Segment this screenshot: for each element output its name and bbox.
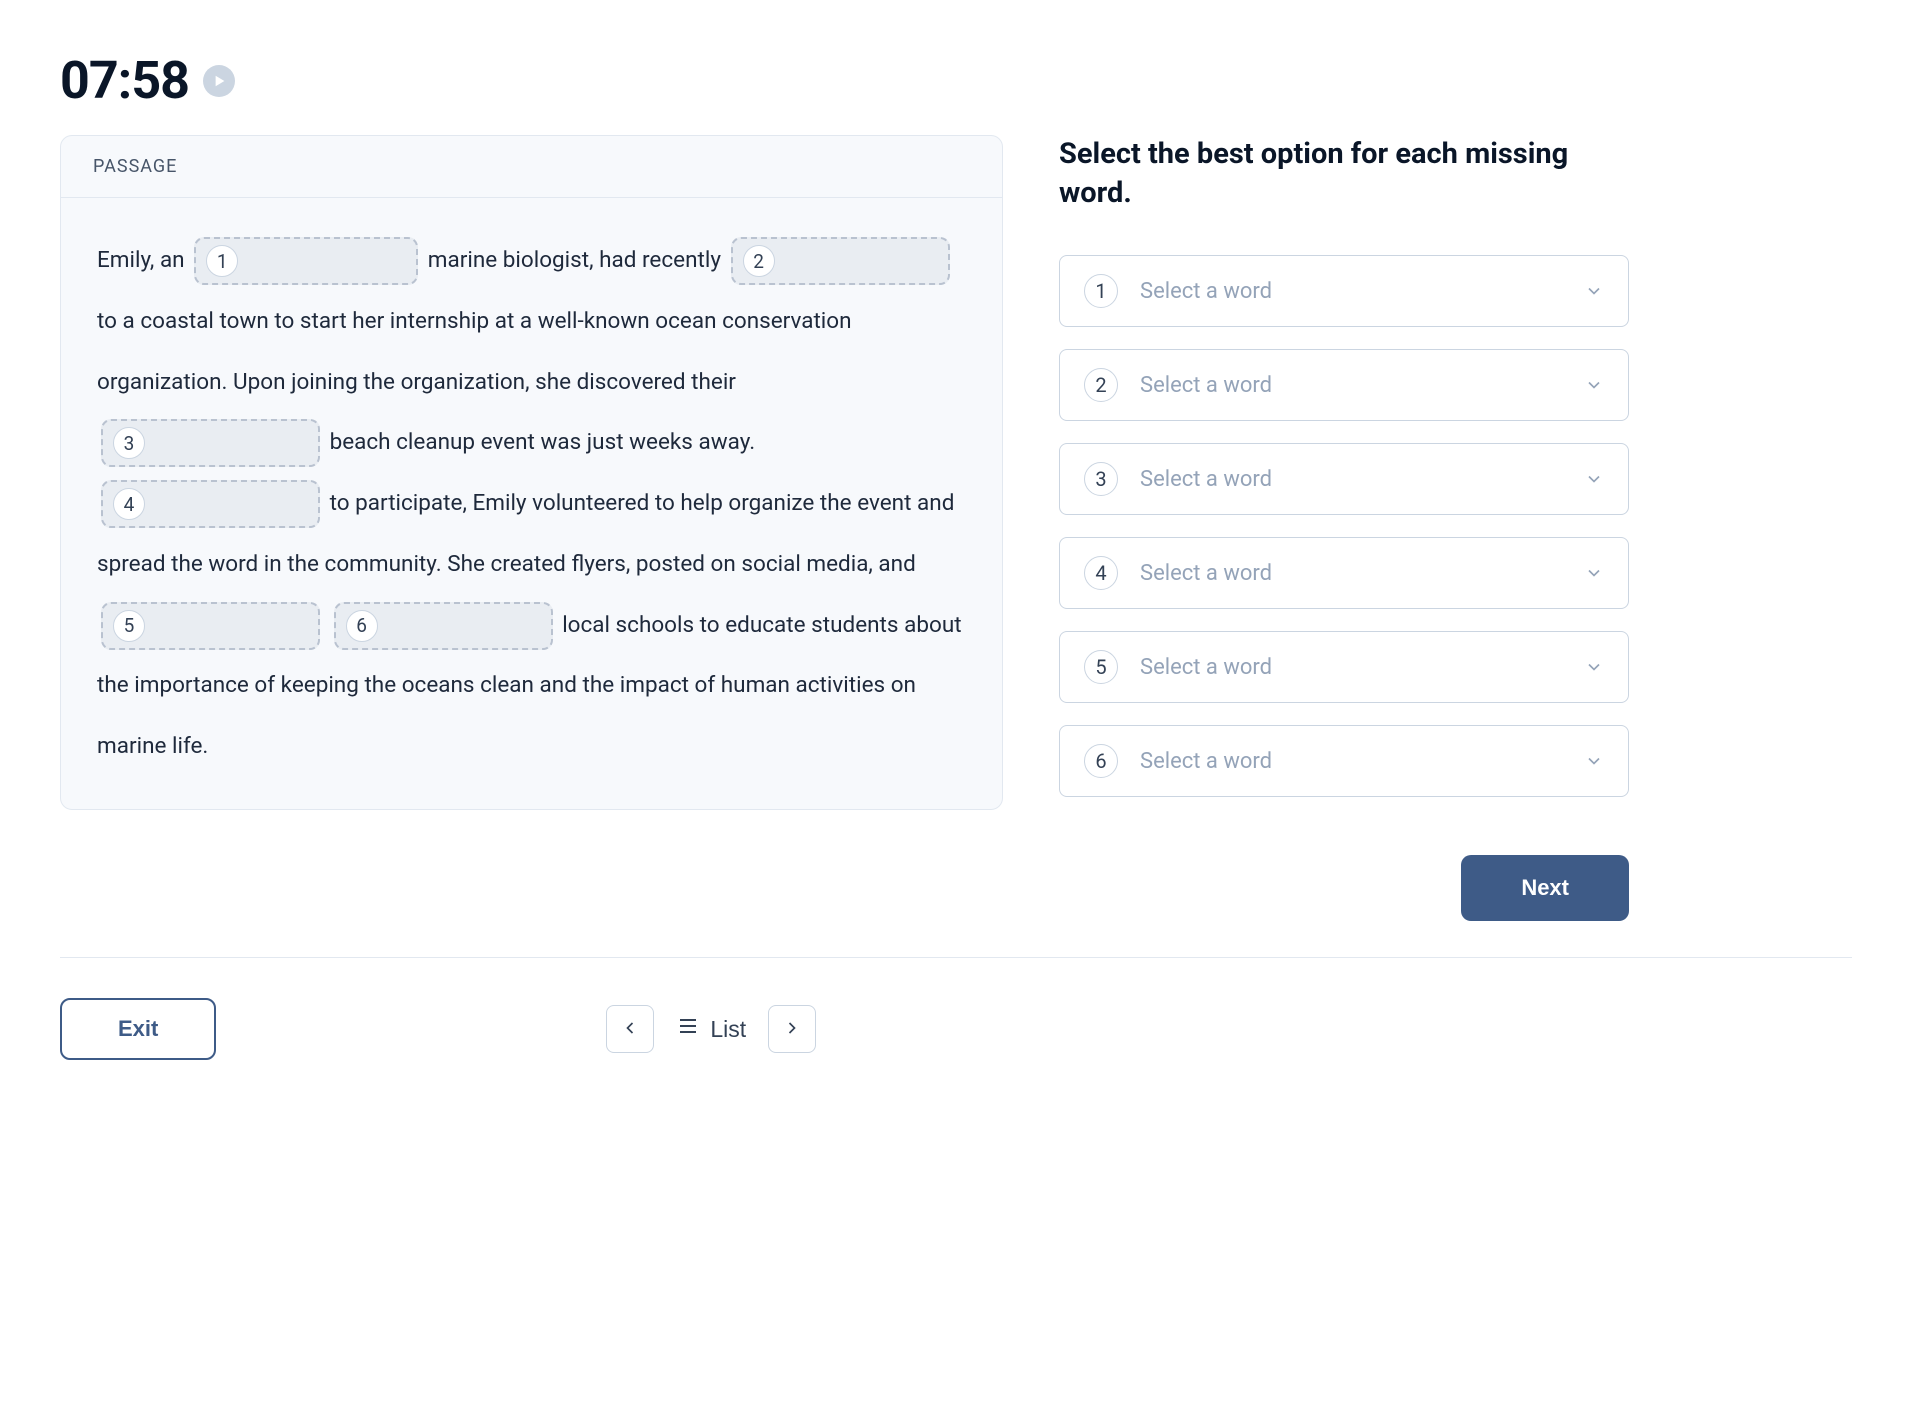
next-button[interactable]: Next	[1461, 855, 1629, 921]
chevron-right-icon	[782, 1018, 802, 1041]
exit-button[interactable]: Exit	[60, 998, 216, 1060]
passage-text: marine biologist, had recently	[428, 247, 727, 273]
prev-button[interactable]	[606, 1005, 654, 1053]
dropdown-number: 2	[1084, 368, 1118, 402]
blank-5: 5	[101, 602, 320, 650]
chevron-down-icon	[1584, 563, 1604, 583]
chevron-down-icon	[1584, 751, 1604, 771]
passage-card: PASSAGE Emily, an 1 marine biologist, ha…	[60, 135, 1003, 810]
passage-text: Emily, an	[97, 247, 190, 273]
blank-number: 6	[346, 610, 378, 642]
divider	[60, 957, 1852, 958]
dropdown-1[interactable]: 1 Select a word	[1059, 255, 1629, 327]
dropdown-placeholder: Select a word	[1140, 655, 1584, 680]
footer-nav: Exit List	[60, 998, 1852, 1060]
blank-number: 2	[743, 245, 775, 277]
dropdown-4[interactable]: 4 Select a word	[1059, 537, 1629, 609]
blank-space	[153, 492, 308, 516]
blank-3: 3	[101, 419, 320, 467]
dropdown-number: 6	[1084, 744, 1118, 778]
dropdown-number: 1	[1084, 274, 1118, 308]
pager: List	[606, 1005, 816, 1053]
blank-number: 1	[206, 245, 238, 277]
instruction-text: Select the best option for each missing …	[1059, 135, 1629, 213]
dropdown-3[interactable]: 3 Select a word	[1059, 443, 1629, 515]
passage-header: PASSAGE	[61, 136, 1002, 198]
dropdown-placeholder: Select a word	[1140, 373, 1584, 398]
chevron-down-icon	[1584, 657, 1604, 677]
blank-space	[386, 614, 541, 638]
blank-space	[153, 431, 308, 455]
dropdown-5[interactable]: 5 Select a word	[1059, 631, 1629, 703]
main-layout: PASSAGE Emily, an 1 marine biologist, ha…	[60, 135, 1852, 921]
blank-space	[153, 614, 308, 638]
list-button[interactable]: List	[676, 1014, 746, 1044]
passage-body: Emily, an 1 marine biologist, had recent…	[61, 198, 1002, 809]
dropdown-list: 1 Select a word 2 Select a word 3 Select…	[1059, 255, 1629, 797]
dropdown-6[interactable]: 6 Select a word	[1059, 725, 1629, 797]
list-label: List	[710, 1016, 746, 1043]
dropdown-placeholder: Select a word	[1140, 561, 1584, 586]
chevron-down-icon	[1584, 375, 1604, 395]
blank-number: 5	[113, 610, 145, 642]
blank-1: 1	[194, 237, 418, 285]
blank-number: 4	[113, 488, 145, 520]
blank-6: 6	[334, 602, 553, 650]
blank-2: 2	[731, 237, 950, 285]
play-icon[interactable]	[203, 65, 235, 97]
dropdown-number: 5	[1084, 650, 1118, 684]
dropdown-number: 4	[1084, 556, 1118, 590]
chevron-down-icon	[1584, 469, 1604, 489]
blank-number: 3	[113, 427, 145, 459]
list-icon	[676, 1014, 700, 1044]
passage-text: beach cleanup event was just weeks away.	[330, 429, 756, 455]
dropdown-2[interactable]: 2 Select a word	[1059, 349, 1629, 421]
dropdown-placeholder: Select a word	[1140, 279, 1584, 304]
blank-4: 4	[101, 480, 320, 528]
blank-space	[246, 249, 406, 273]
blank-space	[783, 249, 938, 273]
passage-text: to a coastal town to start her internshi…	[97, 308, 852, 395]
timer-row: 07:58	[60, 50, 1852, 111]
dropdown-number: 3	[1084, 462, 1118, 496]
timer-display: 07:58	[60, 50, 189, 111]
dropdown-placeholder: Select a word	[1140, 467, 1584, 492]
chevron-down-icon	[1584, 281, 1604, 301]
chevron-left-icon	[620, 1018, 640, 1041]
right-column: Select the best option for each missing …	[1059, 135, 1629, 921]
next-page-button[interactable]	[768, 1005, 816, 1053]
dropdown-placeholder: Select a word	[1140, 749, 1584, 774]
